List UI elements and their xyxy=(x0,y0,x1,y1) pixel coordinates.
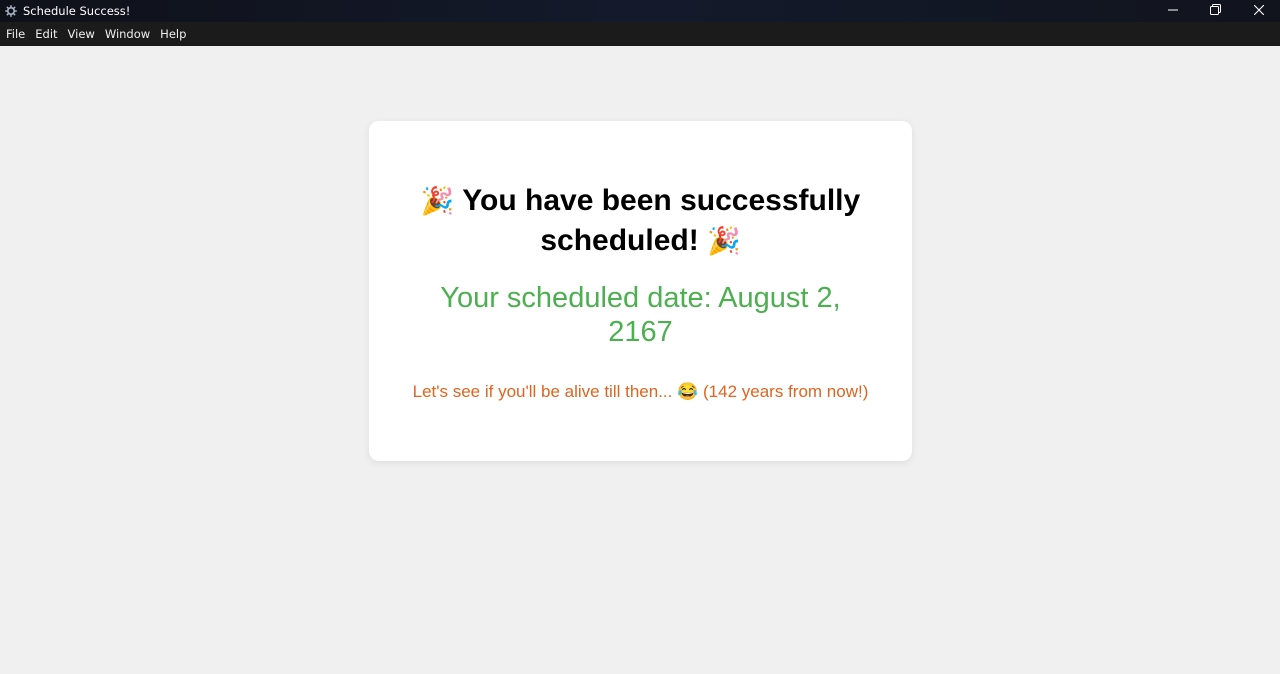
menu-window[interactable]: Window xyxy=(100,22,155,46)
alive-note-text: Let's see if you'll be alive till then..… xyxy=(412,382,673,401)
window-title: Schedule Success! xyxy=(23,4,131,18)
success-headline-text: You have been successfully scheduled! xyxy=(462,184,861,257)
menu-view[interactable]: View xyxy=(63,22,100,46)
close-icon xyxy=(1253,2,1264,20)
success-headline: 🎉 You have been successfully scheduled! … xyxy=(409,181,872,261)
success-card: 🎉 You have been successfully scheduled! … xyxy=(369,121,912,461)
years-from-now: (142 years from now!) xyxy=(703,382,869,401)
page-content: 🎉 You have been successfully scheduled! … xyxy=(0,46,1280,674)
party-popper-icon: 🎉 xyxy=(420,186,455,216)
title-bar: Schedule Success! xyxy=(0,0,1280,22)
minimize-button[interactable] xyxy=(1151,0,1194,22)
maximize-button[interactable] xyxy=(1194,0,1237,22)
party-popper-icon: 🎉 xyxy=(707,226,741,256)
laughing-face-icon: 😂 xyxy=(677,382,699,401)
app-gear-icon xyxy=(4,4,18,18)
close-button[interactable] xyxy=(1237,0,1280,22)
maximize-icon xyxy=(1210,2,1221,20)
menu-help[interactable]: Help xyxy=(155,22,191,46)
window-controls xyxy=(1151,0,1280,22)
scheduled-date: Your scheduled date: August 2, 2167 xyxy=(440,282,841,348)
menu-bar: File Edit View Window Help xyxy=(0,22,1280,46)
minimize-icon xyxy=(1167,2,1178,20)
menu-edit[interactable]: Edit xyxy=(30,22,62,46)
alive-note: Let's see if you'll be alive till then..… xyxy=(409,382,872,402)
menu-file[interactable]: File xyxy=(0,22,30,46)
